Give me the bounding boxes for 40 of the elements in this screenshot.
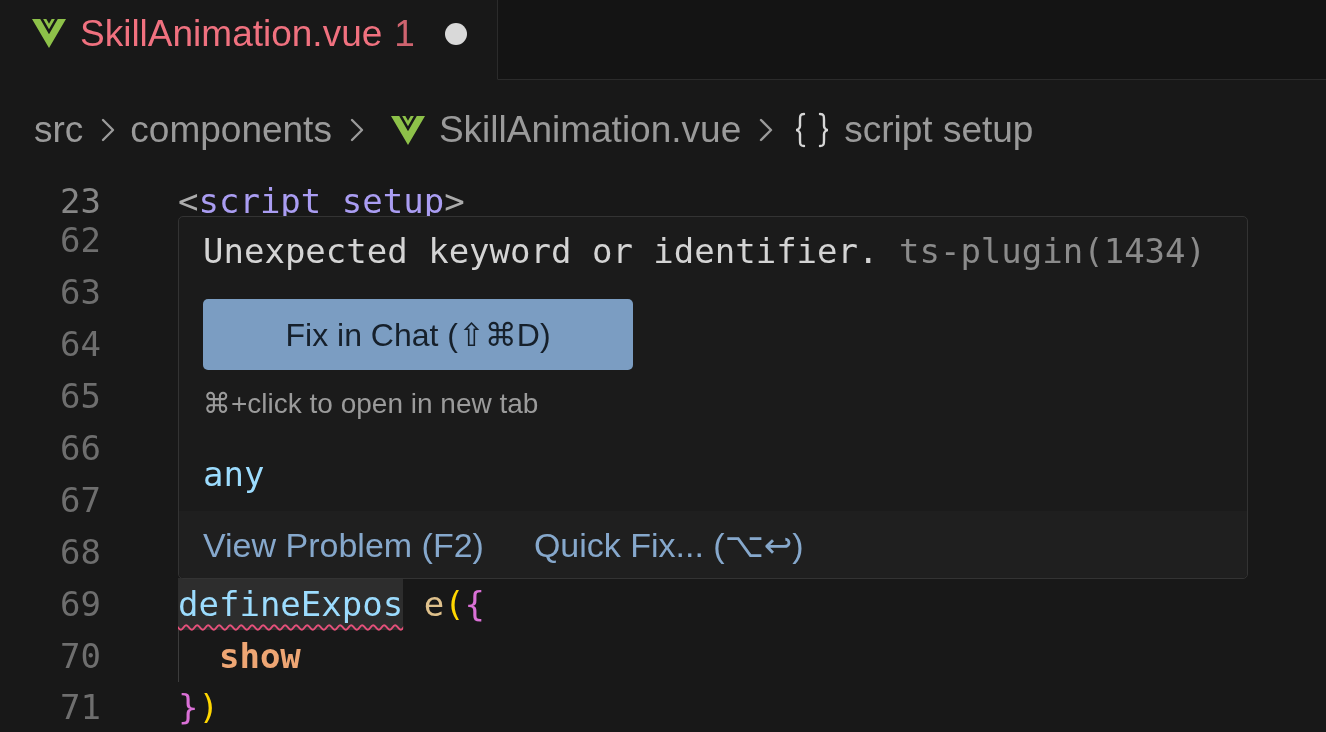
chevron-right-icon [101, 118, 116, 142]
line-number: 65 [59, 375, 101, 418]
line-number: 71 [59, 686, 101, 729]
code-text: < [178, 187, 199, 215]
line-number: 23 [59, 187, 101, 215]
code-text: > [444, 187, 465, 215]
code-text: ( [444, 583, 465, 626]
braces-icon [794, 112, 831, 148]
breadcrumb-item[interactable]: SkillAnimation.vue [378, 109, 742, 151]
type-text: any [203, 454, 265, 494]
code-text: script setup [198, 187, 445, 215]
vue-logo-icon [32, 19, 66, 48]
line-number: 70 [59, 635, 101, 678]
code-text: e [423, 583, 445, 626]
line-number: 69 [59, 583, 101, 626]
error-message: Unexpected keyword or identifier. [203, 231, 879, 271]
chevron-right-icon [759, 118, 774, 142]
code-text: { [464, 583, 486, 626]
fix-in-chat-button[interactable]: Fix in Chat (⇧⌘D) [203, 299, 633, 370]
line-number: 64 [59, 323, 101, 366]
unsaved-dot-icon[interactable] [444, 22, 467, 45]
breadcrumb-item[interactable]: script setup [788, 109, 1034, 151]
code-text: ) [198, 686, 219, 729]
line-number: 66 [59, 427, 101, 470]
chevron-right-icon [349, 118, 364, 142]
line-number: 68 [59, 531, 101, 574]
breadcrumb-item[interactable]: src [34, 109, 84, 151]
action-link[interactable]: View Problem (F2) [203, 524, 484, 565]
code-text: defineExpos [178, 578, 404, 630]
action-link[interactable]: Quick Fix... (⌥↩) [533, 524, 804, 565]
code-text: } [178, 686, 199, 729]
line-number: 67 [59, 479, 101, 522]
code-text: show [218, 635, 301, 678]
breadcrumb-item[interactable]: components [130, 109, 332, 151]
hint-text: ⌘+click to open in new tab [203, 388, 539, 420]
vue-logo-icon [390, 115, 425, 145]
line-number: 62 [59, 222, 101, 258]
error-source: ts-plugin(1434) [899, 231, 1207, 271]
line-number: 63 [59, 271, 101, 314]
problem-count: 1 [394, 12, 415, 55]
